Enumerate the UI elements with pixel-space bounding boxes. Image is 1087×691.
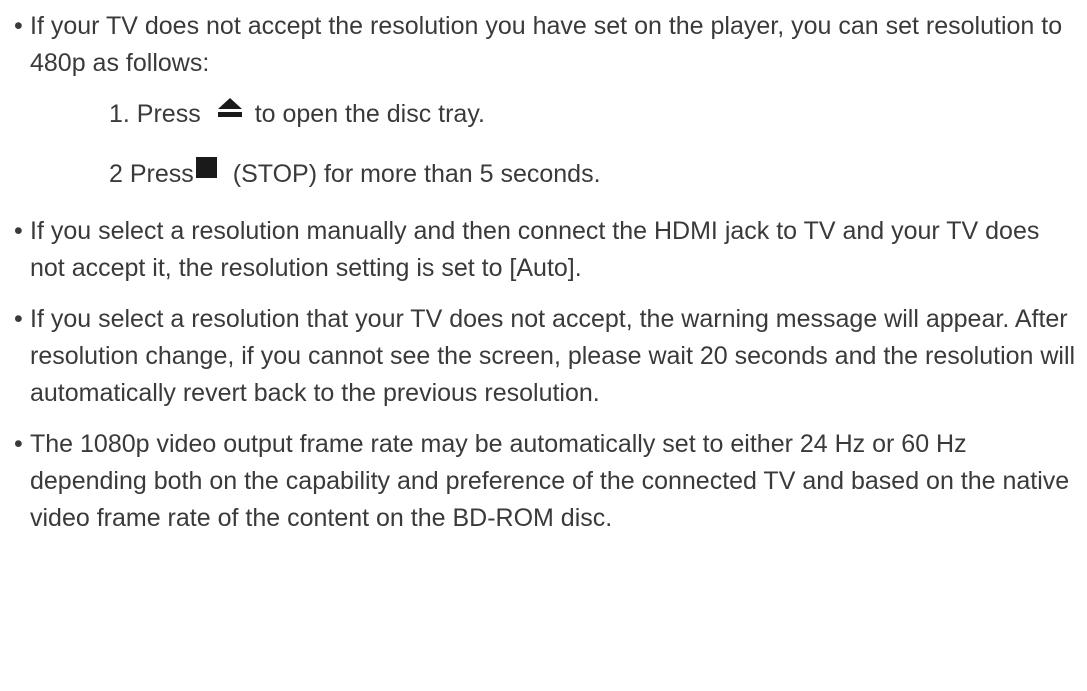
bullet-marker: •	[14, 217, 23, 245]
bullet-marker: •	[14, 12, 23, 40]
note-item: • The 1080p video output frame rate may …	[0, 426, 1087, 537]
step-prefix: 1. Press	[109, 100, 201, 128]
note-item: • If your TV does not accept the resolut…	[0, 8, 1087, 82]
note-text: The 1080p video output frame rate may be…	[30, 430, 1070, 532]
step-item: 1. Press to open the disc tray.	[0, 96, 1087, 133]
document-page: { "bullet_char": "•", "notes": [ { "text…	[0, 0, 1087, 691]
eject-icon	[217, 97, 243, 120]
step-suffix: (STOP) for more than 5 seconds.	[232, 160, 601, 188]
bullet-marker: •	[14, 305, 23, 333]
bullet-marker: •	[14, 430, 23, 458]
steps-list: 1. Press to open the disc tray. 2 Press …	[0, 96, 1087, 193]
note-item: • If you select a resolution that your T…	[0, 301, 1087, 412]
note-item: • If you select a resolution manually an…	[0, 213, 1087, 287]
step-suffix: to open the disc tray.	[254, 100, 485, 128]
note-text: If you select a resolution that your TV …	[30, 305, 1076, 407]
note-text: If your TV does not accept the resolutio…	[30, 12, 1063, 77]
note-text: If you select a resolution manually and …	[30, 217, 1040, 282]
step-item: 2 Press (STOP) for more than 5 seconds.	[0, 156, 1087, 193]
step-prefix: 2 Press	[109, 160, 194, 188]
notes-content: • If your TV does not accept the resolut…	[0, 8, 1087, 551]
stop-icon	[195, 157, 217, 178]
